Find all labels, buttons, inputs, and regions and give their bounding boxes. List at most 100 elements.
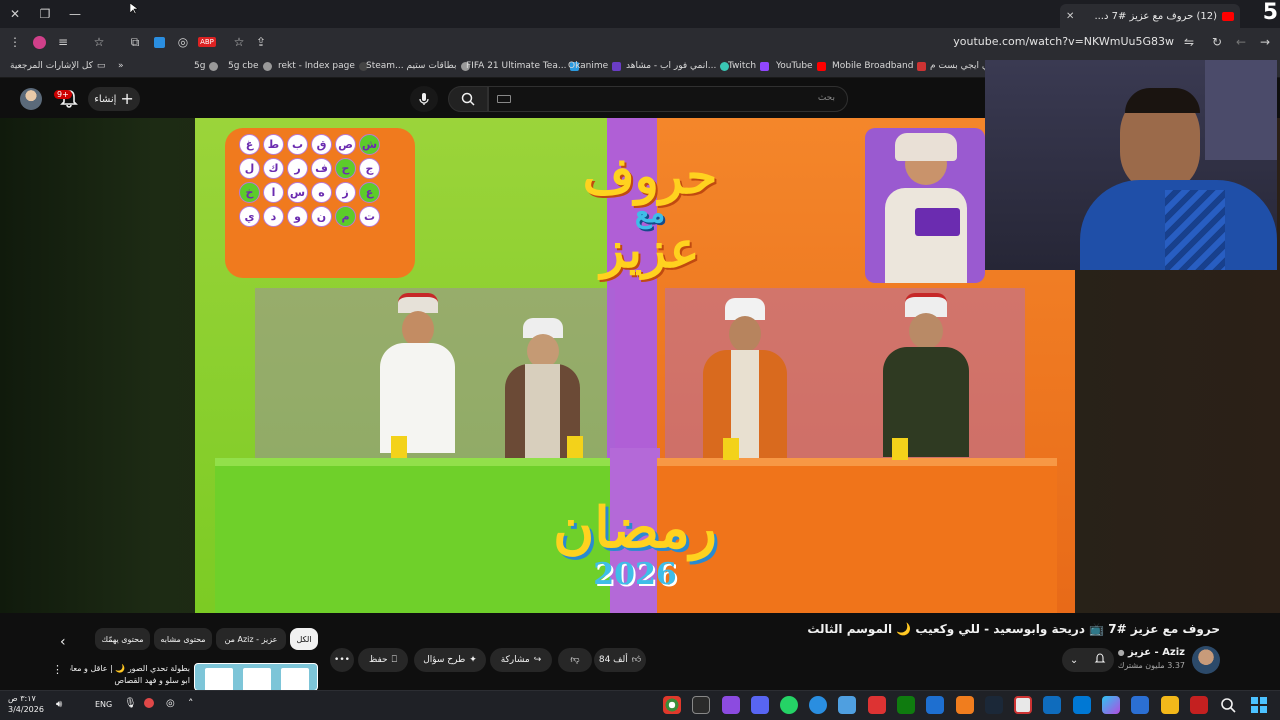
tab-youtube[interactable]: (12) حروف مع عزيز #7 د... ✕ [1060,4,1240,28]
mouse-cursor-icon [129,0,139,15]
copilot-icon[interactable] [1102,696,1120,714]
media-control-icon[interactable]: ≡ [52,28,74,56]
bookmark-steam[interactable]: Steam... بطاقات ستيم [366,61,470,71]
steam-icon[interactable] [985,696,1003,714]
chips-prev-icon[interactable]: ‹ [60,634,66,650]
channel-avatar[interactable] [1192,646,1220,674]
mic-tray-icon[interactable]: 🎙︎ [124,698,137,709]
dislike-button[interactable]: 👎︎ [558,648,592,672]
letter-cell: س [287,182,308,203]
apps-icon[interactable] [926,696,944,714]
chip-all[interactable]: الكل [290,628,318,650]
media-icon[interactable] [868,696,886,714]
edge-icon[interactable] [809,696,827,714]
xbox-icon[interactable] [897,696,915,714]
microphone-icon [419,93,429,105]
recording-tray-icon[interactable] [144,698,154,708]
bookmarks-overflow[interactable]: » [118,61,124,71]
bookmark-label: Mobile Broadband [832,61,914,71]
bookmark-mobile-broadband[interactable]: Mobile Broadband [832,61,927,71]
search-input[interactable]: بحث [488,86,848,112]
search-taskbar-icon[interactable] [1219,696,1237,714]
tray-clock[interactable]: ٣:١٧ ص 3/4/2026 [8,693,44,715]
tray-overflow-icon[interactable]: ˄ [188,697,194,710]
valorant-icon[interactable] [1190,696,1208,714]
bookmark-twitch[interactable]: Twitch [728,61,770,71]
ramadan-word: رمضان [553,495,717,561]
language-indicator[interactable]: ENG [95,700,112,709]
bookmark-okanime[interactable]: Okanime [568,61,622,71]
menu-dots-icon[interactable]: ⋮ [4,28,26,56]
search-button[interactable] [448,86,488,112]
letter-cell: ح [335,158,356,179]
create-button[interactable]: + إنشاء [88,87,140,111]
share-page-icon[interactable]: ⇪ [250,28,272,56]
more-actions-button[interactable]: ••• [330,648,354,672]
account-avatar[interactable] [20,88,42,110]
related-video-title[interactable]: بطولة تحدي الصور 🌙 | عاقل و معاذ ضد ابو … [70,663,190,687]
restore-window-icon[interactable]: ❐ [30,0,60,28]
letter-cell: ز [335,182,356,203]
site-settings-icon[interactable]: ⇋ [1178,28,1200,56]
chip-from-channel[interactable]: من Aziz - عزيز [216,628,286,650]
twitch-studio-icon[interactable] [722,696,740,714]
volume-icon[interactable]: 🔊︎ [56,699,62,710]
bookmark-label: YouTube [776,61,813,71]
address-bar[interactable]: youtube.com/watch?v=NKWmUu5G83w [953,35,1174,48]
bookmark-5g-cbe[interactable]: 5g cbe [228,61,272,71]
related-menu-icon[interactable]: ⋮ [52,663,63,676]
bookmark-rekt[interactable]: rekt - Index page [278,61,368,71]
extensions-icon[interactable]: ⧉ [124,28,146,56]
like-button[interactable]: 84 ألف 👍︎ [594,648,646,672]
obs-icon[interactable] [956,696,974,714]
network-tray-icon[interactable]: ◎ [166,698,175,709]
close-window-icon[interactable]: ✕ [0,0,30,28]
share-icon: ↪ [533,655,542,665]
bookmark-youtube[interactable]: YouTube [776,61,826,71]
letter-cell: ل [239,158,260,179]
chip-similar[interactable]: محتوى مشابه [154,628,212,650]
minimize-window-icon[interactable]: — [60,0,90,28]
channel-name[interactable]: Aziz - عزيز ● [1118,647,1185,658]
forward-icon[interactable]: → [1254,28,1276,56]
create-label: إنشاء [94,93,117,105]
favorites-icon[interactable]: ☆ [88,28,110,56]
extension-blue-icon[interactable] [148,28,170,56]
edge-taskbar-icon[interactable] [1073,696,1091,714]
bookmark-5g[interactable]: 5g [194,61,219,71]
chrome-icon[interactable] [663,696,681,714]
whatsapp-icon[interactable] [780,696,798,714]
share-button[interactable]: مشاركة ↪ [490,648,552,672]
plus-icon: + [120,89,134,108]
save-button[interactable]: حفظ ⎕ [358,648,408,672]
file-explorer-icon[interactable] [1161,696,1179,714]
bookmark-anime4up[interactable]: انمي فور اب - مشاهد... [626,61,730,71]
ask-button[interactable]: طرح سؤال ✦ [414,648,486,672]
profile-icon[interactable] [28,28,50,56]
bookmark-label: Twitch [728,61,757,71]
capcut-icon[interactable] [692,696,710,714]
keyboard-icon[interactable] [497,95,511,103]
bookmark-label: rekt - Index page [278,61,355,71]
reload-icon[interactable]: ↻ [1206,28,1228,56]
subscribed-button[interactable]: ⌄ [1062,648,1114,672]
extension-grey-icon[interactable]: ◎ [172,28,194,56]
outlook-icon[interactable] [1043,696,1061,714]
related-video-thumbnail[interactable] [194,663,318,691]
start-icon[interactable] [1250,696,1268,714]
browser-active-icon[interactable] [1014,696,1032,714]
tab-close-icon[interactable]: ✕ [1066,11,1074,22]
voice-search-button[interactable] [410,86,438,112]
bookmark-all[interactable]: كل الإشارات المرجعية ▭ [10,61,105,71]
store-icon[interactable] [1131,696,1149,714]
video-player[interactable]: غطبقصشلكرفحجخاسهزعيدونمت حروف مع عزيز رم… [195,118,1075,613]
bookmark-fifa[interactable]: FIFA 21 Ultimate Tea... [466,61,580,71]
streamer-webcam [985,60,1277,270]
back-icon[interactable]: ← [1230,28,1252,56]
chip-for-you[interactable]: محتوى يهمّك [95,628,150,650]
bookmark-star-icon[interactable]: ☆ [228,28,250,56]
discord-icon[interactable] [751,696,769,714]
photos-icon[interactable] [838,696,856,714]
adblock-icon[interactable]: ABP [196,28,218,56]
bookmark-label: Steam... بطاقات ستيم [366,61,457,71]
